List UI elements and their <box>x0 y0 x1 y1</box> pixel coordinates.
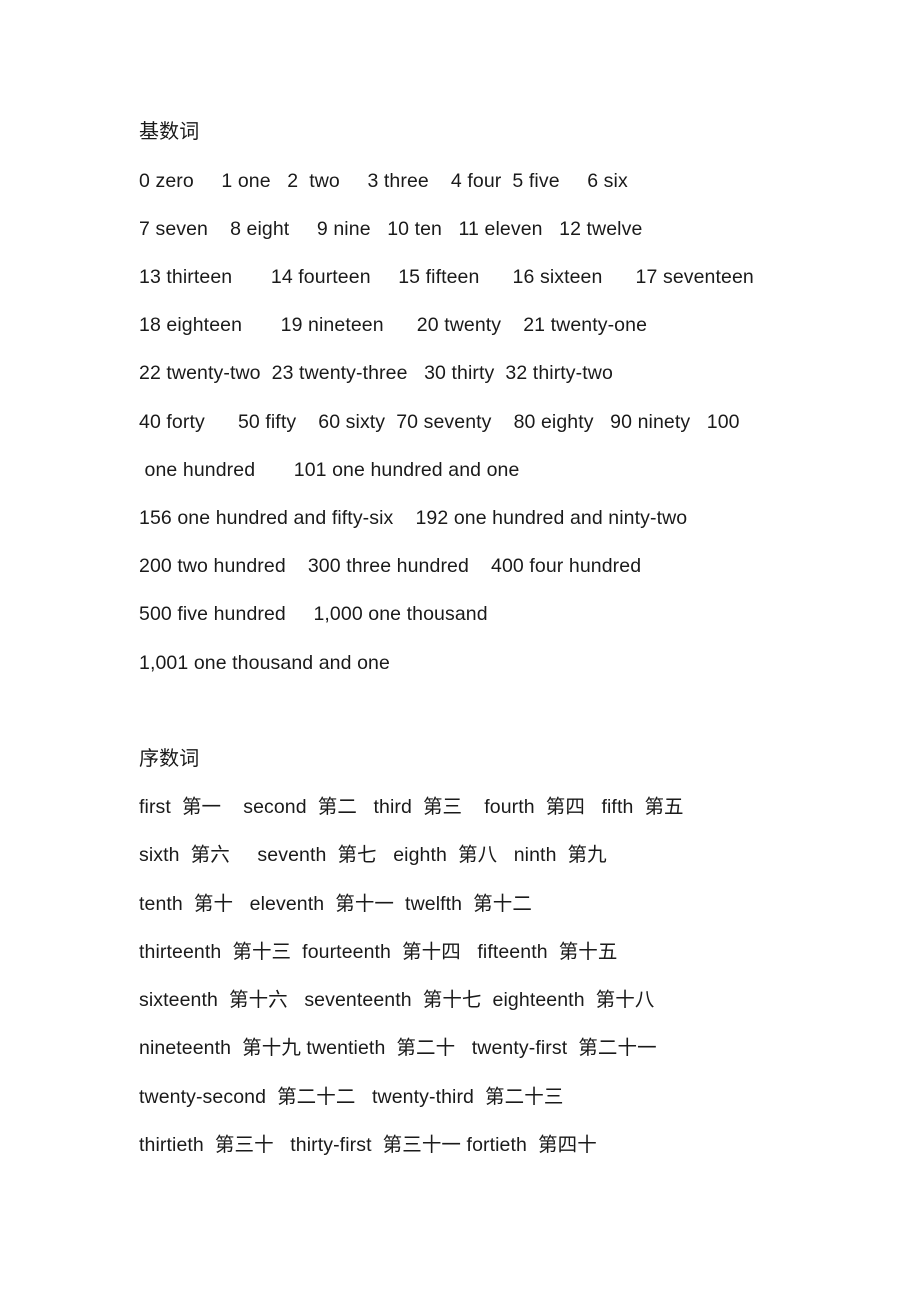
cardinal-line: 0 zero 1 one 2 two 3 three 4 four 5 five… <box>139 170 628 192</box>
ordinal-line: nineteenth 第十九 twentieth 第二十 twenty-firs… <box>139 1037 657 1059</box>
cardinal-line: 13 thirteen 14 fourteen 15 fifteen 16 si… <box>139 266 754 288</box>
cardinal-line: 500 five hundred 1,000 one thousand <box>139 603 488 625</box>
ordinal-line: first 第一 second 第二 third 第三 fourth 第四 fi… <box>139 796 684 818</box>
ordinal-line: sixth 第六 seventh 第七 eighth 第八 ninth 第九 <box>139 844 607 866</box>
cardinal-line: 40 forty 50 fifty 60 sixty 70 seventy 80… <box>139 411 740 433</box>
cardinal-line: 156 one hundred and fifty-six 192 one hu… <box>139 507 688 529</box>
cardinal-line: 22 twenty-two 23 twenty-three 30 thirty … <box>139 362 613 384</box>
ordinal-heading: 序数词 <box>139 748 200 770</box>
cardinal-line: 1,001 one thousand and one <box>139 652 390 674</box>
ordinal-line: sixteenth 第十六 seventeenth 第十七 eighteenth… <box>139 989 655 1011</box>
ordinal-line: twenty-second 第二十二 twenty-third 第二十三 <box>139 1086 564 1108</box>
cardinal-line: one hundred 101 one hundred and one <box>139 459 520 481</box>
cardinal-line: 7 seven 8 eight 9 nine 10 ten 11 eleven … <box>139 218 643 240</box>
ordinal-line: thirteenth 第十三 fourteenth 第十四 fifteenth … <box>139 941 618 963</box>
ordinal-line: tenth 第十 eleventh 第十一 twelfth 第十二 <box>139 893 532 915</box>
cardinal-line: 200 two hundred 300 three hundred 400 fo… <box>139 555 642 577</box>
ordinal-line: thirtieth 第三十 thirty-first 第三十一 fortieth… <box>139 1134 597 1156</box>
cardinal-line: 18 eighteen 19 nineteen 20 twenty 21 twe… <box>139 314 648 336</box>
cardinal-heading: 基数词 <box>139 121 200 143</box>
